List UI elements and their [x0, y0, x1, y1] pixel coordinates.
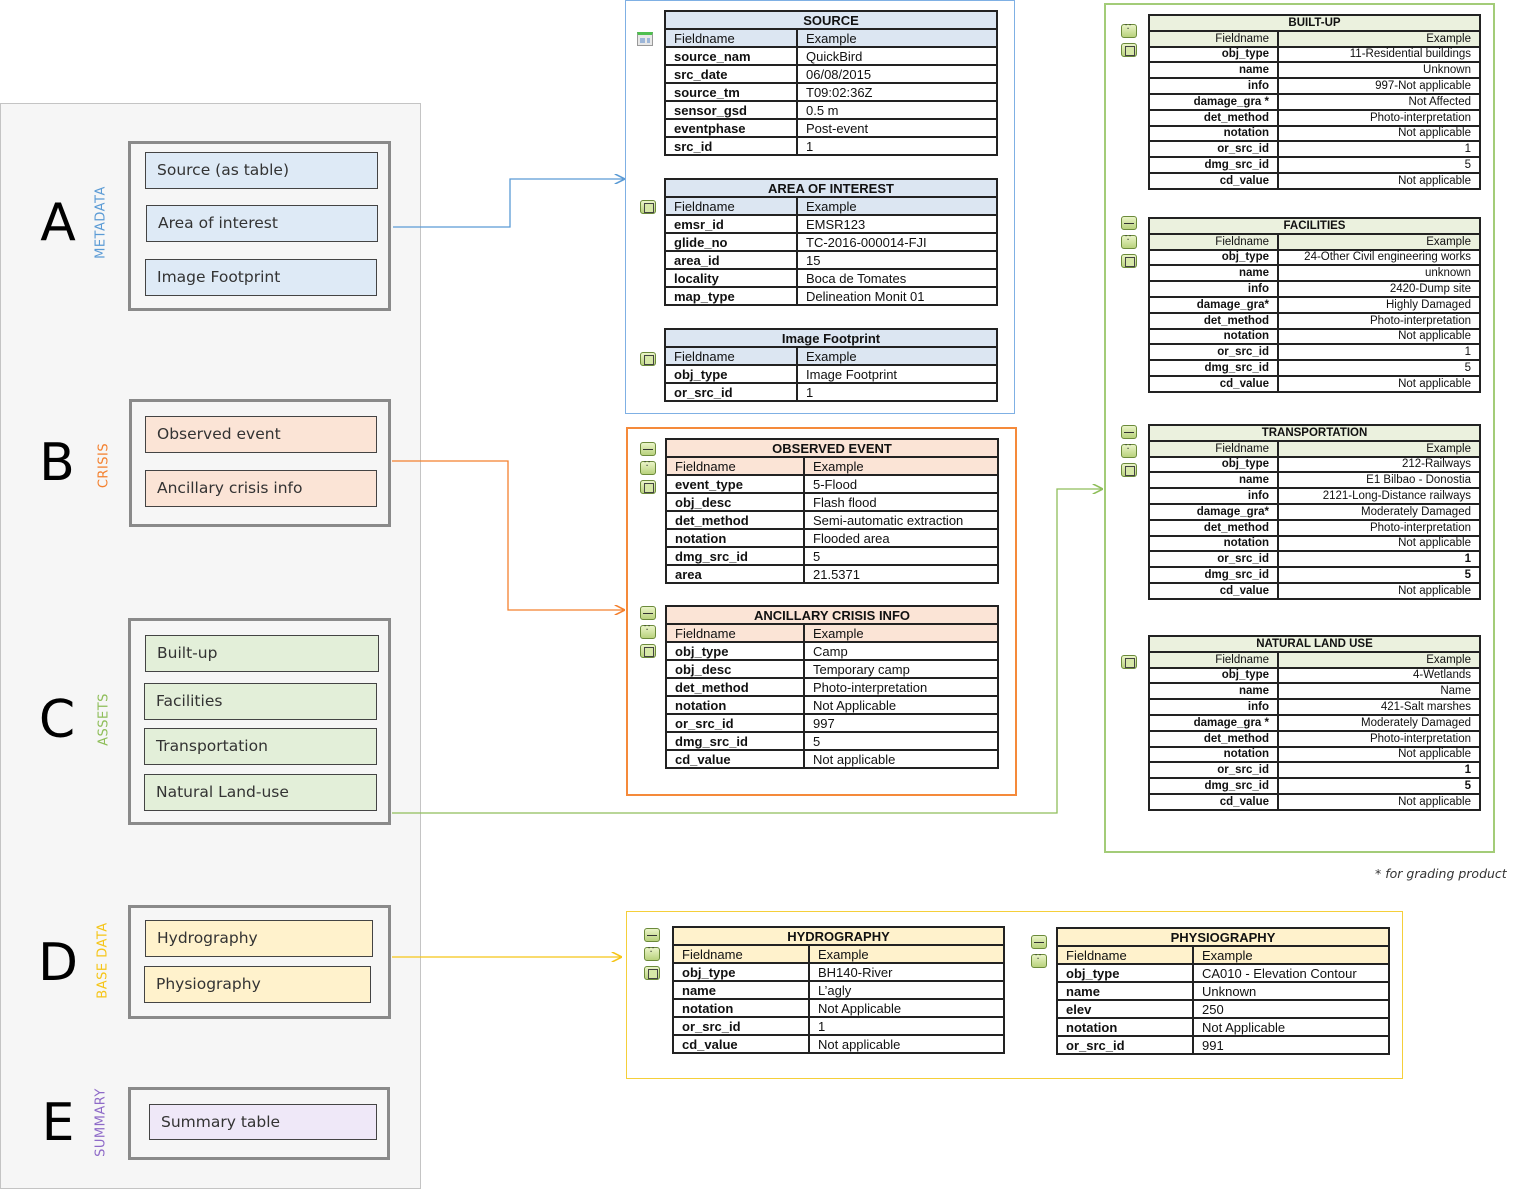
connector-assets — [392, 489, 1102, 814]
connector-metadata — [393, 179, 624, 228]
connectors — [392, 0, 1514, 1200]
connector-crisis — [392, 460, 624, 610]
